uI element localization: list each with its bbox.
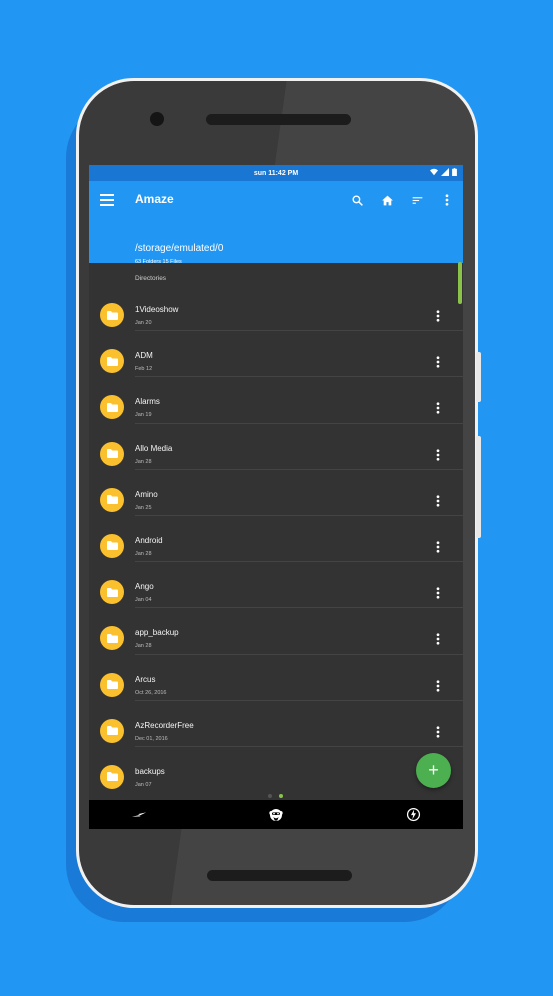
folder-name: 1Videoshow [135,305,179,314]
folder-icon [100,580,124,605]
list-item[interactable]: Allo Media Jan 28 [89,424,463,470]
battery-icon [452,168,457,176]
list-item[interactable]: ADM Feb 12 [89,331,463,378]
list-item[interactable]: Android Jan 28 [89,516,463,563]
lightning-streak-icon[interactable] [131,807,147,823]
folder-icon [100,764,124,789]
app-bar: Amaze /storage/emulated/0 63 Folders 15 … [89,181,463,265]
page-dot [268,794,272,798]
more-vert-icon[interactable] [437,190,457,210]
folder-icon [100,349,124,374]
menu-icon[interactable] [100,193,114,207]
folder-name: Ango [135,582,154,592]
list-item[interactable]: AzRecorderFree Dec 01, 2016 [89,701,463,747]
folder-icon [100,303,124,327]
list-item[interactable]: app_backup Jan 28 [89,608,463,655]
more-vert-icon[interactable] [429,307,447,325]
folder-date: Jan 28 [135,550,152,557]
monkey-logo-icon[interactable] [268,807,284,823]
folder-icon [100,487,124,512]
folder-icon [100,441,124,466]
page-indicator [268,794,283,798]
folder-date: Jan 25 [135,504,152,511]
folder-icon [100,626,124,651]
app-title: Amaze [135,192,174,206]
home-icon[interactable] [377,190,397,210]
bottom-bar [89,800,463,829]
folder-name: Allo Media [135,443,173,453]
folder-date: Jan 28 [135,643,152,650]
more-vert-icon[interactable] [429,723,447,741]
status-time: sun 11:42 PM [253,169,299,177]
volume-button [476,436,481,538]
more-vert-icon[interactable] [429,538,447,556]
status-icons [430,168,457,176]
folder-name: backups [135,766,165,776]
current-path[interactable]: /storage/emulated/0 [135,243,223,254]
flash-circle-icon[interactable] [405,807,421,823]
folder-date: Dec 01, 2016 [135,735,168,742]
list-item[interactable]: backups Jan 07 [89,747,463,793]
sort-icon[interactable] [407,190,427,210]
folder-date: Oct 26, 2016 [135,689,167,696]
add-icon: + [428,760,439,780]
list-item[interactable]: Arcus Oct 26, 2016 [89,655,463,701]
folder-name: Alarms [135,397,160,407]
folder-icon [100,533,124,558]
folder-icon [100,395,124,420]
folder-list: 1Videoshow Jan 20 ADM Feb 12 Alarms Jan … [89,285,463,793]
folder-name: Amino [135,489,158,499]
search-icon[interactable] [347,190,367,210]
status-bar: sun 11:42 PM [89,165,463,181]
folder-date: Jan 04 [135,597,152,604]
folder-icon [100,672,124,697]
front-camera [150,112,164,126]
list-item[interactable]: 1Videoshow Jan 20 [89,285,463,332]
more-vert-icon[interactable] [429,677,447,695]
add-fab-button[interactable]: + [416,753,451,788]
earpiece-speaker [206,114,351,125]
folder-name: AzRecorderFree [135,720,194,730]
signal-icon [441,168,449,176]
wifi-icon [430,168,438,176]
folder-name: ADM [135,351,153,361]
more-vert-icon[interactable] [429,446,447,464]
list-item[interactable]: Amino Jan 25 [89,470,463,516]
page-dot-active [279,794,283,798]
bottom-speaker [207,870,352,881]
folder-name: app_backup [135,628,179,638]
list-item[interactable]: Ango Jan 04 [89,562,463,609]
more-vert-icon[interactable] [429,584,447,602]
section-header-directories: Directories [135,275,167,282]
more-vert-icon[interactable] [429,492,447,510]
folder-date: Jan 07 [135,781,152,788]
phone-screen: sun 11:42 PM Amaze /storage/emulated/0 6… [89,165,463,829]
folder-name: Arcus [135,674,156,684]
folder-name: Android [135,535,163,545]
folder-date: Jan 28 [135,458,152,465]
list-item[interactable]: Alarms Jan 19 [89,377,463,424]
folder-date: Jan 19 [135,412,152,419]
toolbar-actions [347,190,457,210]
folder-file-count: 63 Folders 15 Files [135,259,182,265]
more-vert-icon[interactable] [429,630,447,648]
more-vert-icon[interactable] [429,399,447,417]
power-button [476,352,481,402]
folder-date: Feb 12 [135,366,153,373]
more-vert-icon[interactable] [429,353,447,371]
folder-icon [100,718,124,743]
folder-date: Jan 20 [135,320,152,326]
